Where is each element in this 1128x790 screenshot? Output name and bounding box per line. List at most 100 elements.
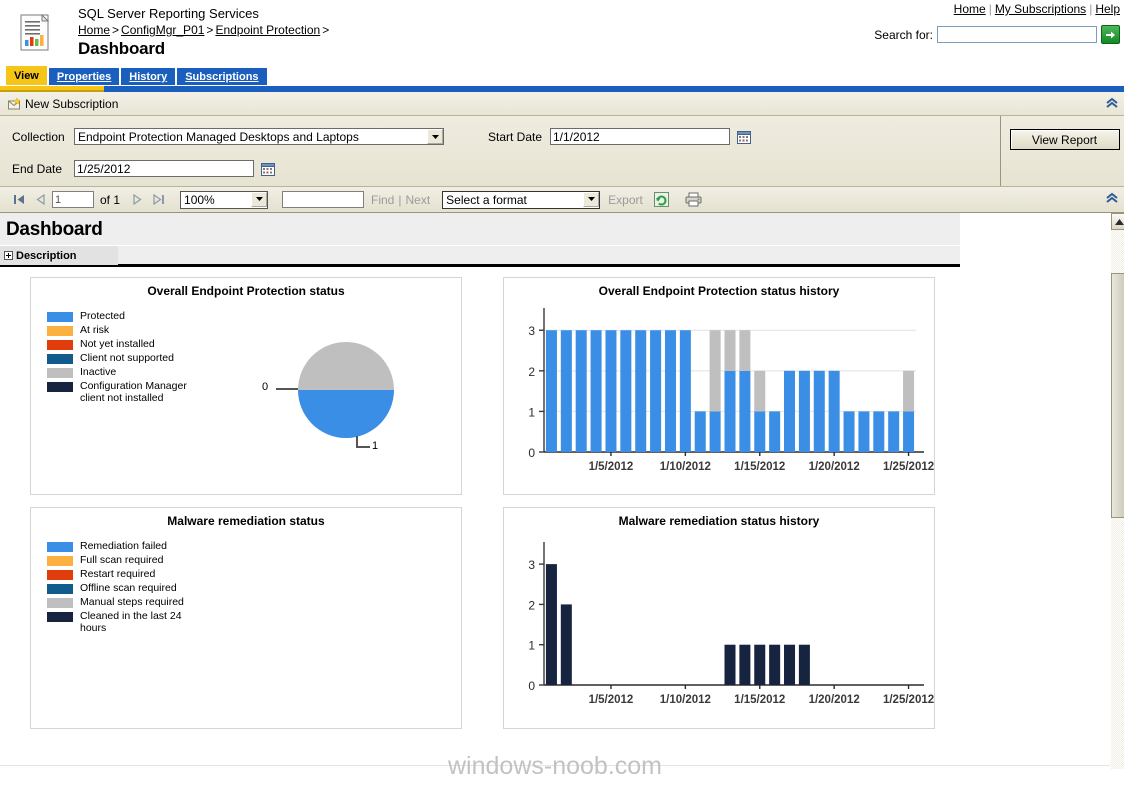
export-format-select[interactable]: Select a format [442,190,601,209]
collection-dropdown-button[interactable] [427,129,443,144]
tab-history[interactable]: History [121,68,176,85]
legend-swatch-manual-steps-required [47,598,73,608]
legend-swatch-full-scan-required [47,556,73,566]
search-input[interactable] [937,26,1097,43]
header-link-home[interactable]: Home [954,2,986,16]
export-button[interactable]: Export [608,193,643,207]
report-description-row: Description [0,245,960,265]
chevron-down-icon [431,134,439,139]
bar-segment [828,370,840,452]
pie-slice-inactive [298,342,394,390]
first-page-button[interactable] [8,190,30,210]
app-title: SQL Server Reporting Services [78,6,259,21]
legend-swatch-inactive [47,368,73,378]
tab-view-label: View [14,70,39,82]
page-number-input[interactable] [52,191,94,208]
y-axis-tick-label: 0 [528,679,535,693]
next-page-icon [133,194,142,205]
legend-label: Protected [80,310,125,322]
header-link-my-subscriptions[interactable]: My Subscriptions [995,2,1086,16]
x-axis-tick-label: 1/20/2012 [809,694,860,706]
header-links: Home | My Subscriptions | Help [874,2,1120,16]
breadcrumb-link-configmgr[interactable]: ConfigMgr_P01 [121,23,204,37]
breadcrumb-link-endpoint-protection[interactable]: Endpoint Protection [215,23,320,37]
bar-segment [903,370,915,412]
legend-item: Inactive [47,366,210,378]
collection-select-value: Endpoint Protection Managed Desktops and… [78,129,359,144]
search-go-button[interactable] [1101,25,1120,44]
chevron-double-up-icon[interactable] [1105,96,1119,110]
calendar-icon[interactable] [261,162,275,176]
previous-page-icon [36,194,45,205]
find-button[interactable]: Find [371,193,394,207]
tab-history-label[interactable]: History [129,71,167,83]
page-title: Dashboard [78,39,165,58]
bar-segment [784,644,796,685]
view-report-area: View Report [1000,116,1128,186]
legend-swatch-cleaned-last-24-hours [47,612,73,622]
start-date-row: Start Date [488,128,751,145]
page-count-label: of 1 [100,192,121,207]
bar-segment [858,411,870,452]
collection-select[interactable]: Endpoint Protection Managed Desktops and… [74,128,444,145]
tab-view[interactable]: View [6,66,47,85]
calendar-icon[interactable] [737,130,751,144]
bar-segment [590,330,602,452]
pie-leader-line-1b [356,446,370,448]
legend-swatch-restart-required [47,570,73,580]
chart-malware-remediation-status-history: Malware remediation status history 0 1 2 3 1… [503,507,935,729]
legend-label: Restart required [80,568,156,580]
zoom-dropdown-button[interactable] [251,191,268,207]
chevron-double-up-icon[interactable] [1105,191,1119,205]
view-report-button[interactable]: View Report [1009,129,1120,150]
previous-page-button[interactable] [30,190,52,210]
legend-swatch-offline-scan-required [47,584,73,594]
legend-swatch-remediation-failed [47,542,73,552]
bar-segment [798,370,810,452]
y-axis-tick-label: 0 [528,446,535,460]
tab-subscriptions[interactable]: Subscriptions [177,68,267,85]
header-link-sep-2: | [1089,2,1093,16]
next-page-button[interactable] [126,190,148,210]
refresh-button[interactable] [649,190,675,210]
find-next-button[interactable]: Next [405,193,430,207]
y-axis-tick-label: 2 [528,365,535,379]
bar-segment [873,411,885,452]
bar-segment [694,411,706,452]
new-subscription-link[interactable]: New Subscription [25,97,118,111]
legend-label: Full scan required [80,554,164,566]
legend-label: Client not supported [80,352,174,364]
bar-segment [754,411,766,452]
report-title: Dashboard [0,213,960,245]
bar-segment [560,330,572,452]
end-date-input[interactable] [74,160,254,177]
bar-segment [724,330,736,371]
charts-row-2: Malware remediation status Remediation f… [30,507,1111,729]
page-header: SQL Server Reporting Services Home > Confi… [0,0,1128,66]
breadcrumb-sep-2: > [206,23,214,37]
legend-swatch-at-risk [47,326,73,336]
chart-legend: Protected At risk Not yet installed Clie… [47,310,210,406]
export-format-dropdown-button[interactable] [583,191,600,207]
pie-data-label-1: 1 [372,440,379,452]
last-page-button[interactable] [148,190,170,210]
chart-overall-endpoint-protection-status-history: Overall Endpoint Protection status histo… [503,277,935,495]
chart-malware-remediation-status: Malware remediation status Remediation f… [30,507,462,729]
tab-subscriptions-label[interactable]: Subscriptions [185,71,258,83]
report-canvas: Dashboard Description Overall Endpoint P… [0,213,1111,769]
bar-segment [888,411,900,452]
tab-properties[interactable]: Properties [48,68,120,85]
bar-segment [709,330,721,412]
bar-segment [754,370,766,412]
pie-graphic [298,342,394,438]
bar-chart-status-history: 0 1 2 3 1/5/2012 1/10/2012 1/15/2012 1/20/2012 1… [528,308,934,473]
legend-label: Remediation failed [80,540,167,552]
start-date-input[interactable] [550,128,730,145]
header-link-help[interactable]: Help [1095,2,1120,16]
tab-properties-label[interactable]: Properties [57,71,111,83]
description-expander[interactable]: Description [0,246,118,265]
find-input[interactable] [282,191,365,208]
legend-item: Remediation failed [47,540,210,552]
print-button[interactable] [681,190,707,210]
breadcrumb-link-home[interactable]: Home [78,23,110,37]
